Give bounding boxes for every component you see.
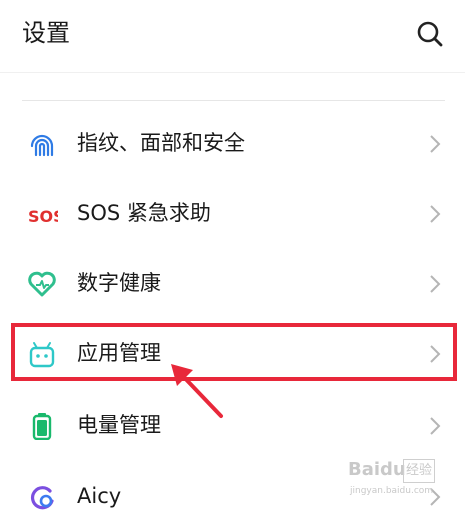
settings-item-label: 数字健康 — [77, 271, 161, 295]
settings-item-label: Aicy — [77, 484, 122, 508]
watermark-url: jingyan.baidu.com — [350, 486, 434, 496]
chevron-right-icon — [428, 274, 442, 294]
svg-text:SOS: SOS — [28, 207, 58, 226]
header-divider — [0, 72, 465, 73]
watermark-brand: Baidu — [348, 459, 406, 480]
chevron-right-icon — [428, 204, 442, 224]
settings-item-label: 指纹、面部和安全 — [77, 131, 245, 155]
fingerprint-icon — [28, 130, 56, 158]
page-title: 设置 — [22, 19, 70, 47]
header: 设置 — [0, 0, 465, 72]
settings-item-sos[interactable]: SOS SOS 紧急求助 — [0, 178, 465, 248]
section-divider — [22, 100, 445, 101]
watermark-suffix: 经验 — [403, 459, 436, 483]
pointer-arrow-icon — [165, 358, 235, 428]
settings-item-label: SOS 紧急求助 — [77, 201, 211, 225]
settings-item-digital-health[interactable]: 数字健康 — [0, 248, 465, 318]
heart-icon — [28, 270, 56, 298]
watermark: Baidu 经验 jingyan.baidu.com — [348, 458, 458, 506]
search-icon — [417, 21, 443, 47]
aicy-icon — [28, 483, 56, 511]
chevron-right-icon — [428, 416, 442, 436]
battery-icon — [28, 412, 56, 441]
settings-item-label: 电量管理 — [77, 413, 161, 437]
settings-item-security[interactable]: 指纹、面部和安全 — [0, 108, 465, 178]
sos-icon: SOS — [28, 200, 65, 228]
search-button[interactable] — [414, 18, 446, 50]
chevron-right-icon — [428, 134, 442, 154]
